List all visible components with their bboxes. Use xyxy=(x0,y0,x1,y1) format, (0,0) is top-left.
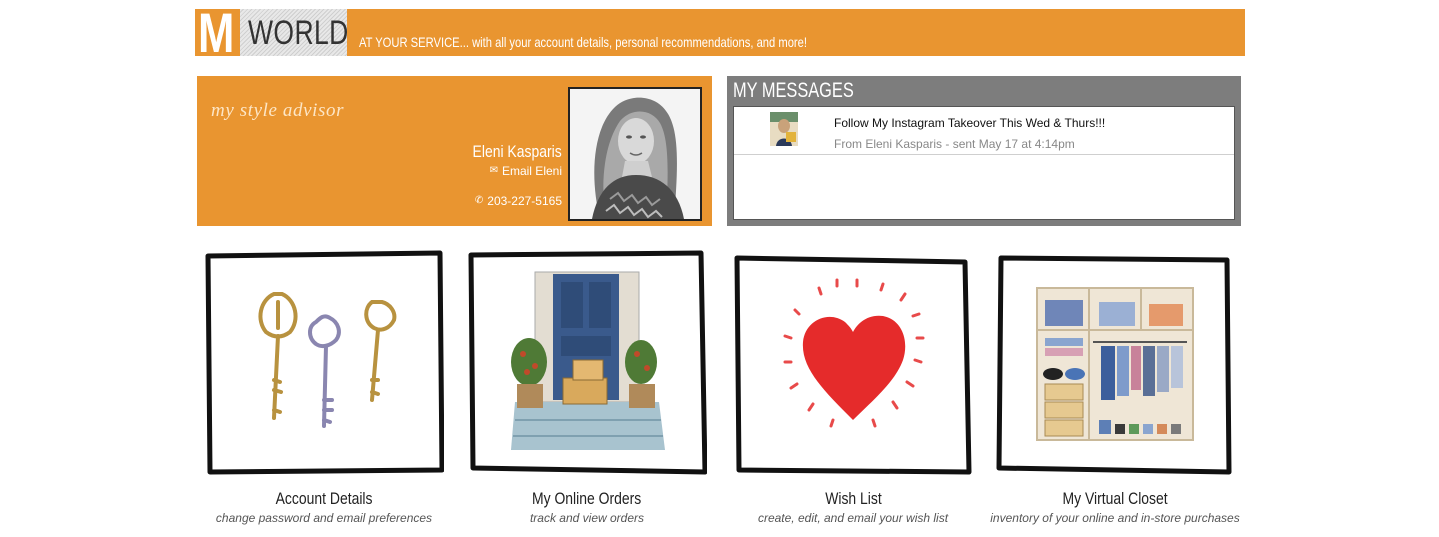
advisor-email-label: Email Eleni xyxy=(501,164,562,178)
message-meta: From Eleni Kasparis - sent May 17 at 4:1… xyxy=(834,137,1075,151)
tile-subtitle: create, edit, and email your wish list xyxy=(757,511,949,525)
message-item[interactable]: Follow My Instagram Takeover This Wed & … xyxy=(734,107,1234,155)
messages-list: Follow My Instagram Takeover This Wed & … xyxy=(733,106,1235,220)
messages-panel: MY MESSAGES Follow My Instagram Takeover… xyxy=(727,76,1241,226)
logo-m[interactable]: M xyxy=(195,5,240,61)
tile-title: Account Details xyxy=(275,489,373,508)
tile-wish-list[interactable]: Wish List create, edit, and email your w… xyxy=(733,250,973,530)
heart-icon xyxy=(734,255,972,475)
logo-letter: M xyxy=(198,1,235,64)
messages-title: MY MESSAGES xyxy=(733,79,854,102)
tile-subtitle: change password and email preferences xyxy=(215,511,433,525)
header-banner: M WORLD AT YOUR SERVICE... with all your… xyxy=(195,5,1245,61)
envelope-icon: ✉ xyxy=(489,165,498,176)
front-door-package-icon xyxy=(468,250,707,475)
advisor-phone-number: 203-227-5165 xyxy=(487,194,562,208)
advisor-phone: ✆ 203-227-5165 xyxy=(475,194,562,208)
tile-subtitle: track and view orders xyxy=(529,511,645,525)
advisor-title: my style advisor xyxy=(211,100,345,121)
advisor-name: Eleni Kasparis xyxy=(472,142,562,161)
tile-account-details[interactable]: Account Details change password and emai… xyxy=(204,250,444,530)
keys-icon xyxy=(205,250,444,475)
tile-title: My Online Orders xyxy=(532,489,642,508)
tile-virtual-closet[interactable]: My Virtual Closet inventory of your onli… xyxy=(990,250,1240,530)
tile-title: Wish List xyxy=(824,489,882,508)
advisor-email-link[interactable]: ✉ Email Eleni xyxy=(490,164,562,178)
message-subject: Follow My Instagram Takeover This Wed & … xyxy=(834,116,1106,130)
tile-title: My Virtual Closet xyxy=(1062,489,1168,508)
closet-icon xyxy=(996,255,1232,475)
tile-subtitle: inventory of your online and in-store pu… xyxy=(990,511,1240,525)
phone-icon: ✆ xyxy=(474,195,484,206)
advisor-photo xyxy=(568,87,702,221)
logo-word: WORLD xyxy=(248,14,349,52)
header-tagline: AT YOUR SERVICE... with all your account… xyxy=(359,34,807,50)
logo-world[interactable]: WORLD xyxy=(240,9,349,56)
tile-online-orders[interactable]: My Online Orders track and view orders xyxy=(467,250,707,530)
style-advisor-panel: my style advisor Eleni Kasparis ✉ Email … xyxy=(197,76,712,226)
message-thumbnail xyxy=(770,112,798,146)
